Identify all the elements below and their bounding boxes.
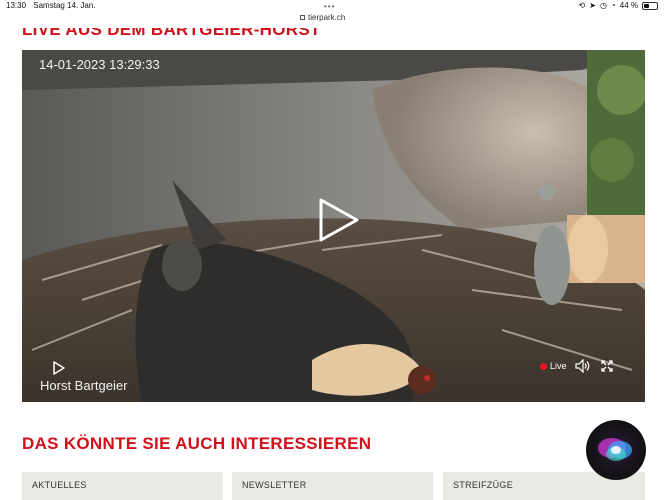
multitasking-dots-icon[interactable]: ••• [324,2,335,11]
volume-icon[interactable] [575,359,591,373]
address-url: tierpark.ch [308,13,346,22]
card-label: NEWSLETTER [242,480,307,490]
play-control-icon[interactable] [53,361,65,375]
card-newsletter[interactable]: NEWSLETTER [232,472,433,500]
alarm-icon: ◷ [599,1,607,10]
live-dot-icon [540,362,547,370]
interest-section-title: DAS KÖNNTE SIE AUCH INTERESSIEREN [22,434,372,453]
video-timestamp: 14-01-2023 13:29:33 [39,57,160,72]
play-overlay-icon[interactable] [317,196,361,244]
status-bar: 13:30 Samstag 14. Jan. ••• tierpark.ch ⟲… [0,0,666,28]
live-label: Live [550,361,567,371]
status-time: 13:30 [6,1,27,10]
status-time-date: 13:30 Samstag 14. Jan. [6,1,101,10]
address-bar[interactable]: tierpark.ch [300,13,345,22]
location-icon: ➤ [589,1,596,10]
screen-mirror-icon: ⟲ [578,1,586,10]
status-indicators: ⟲ ➤ ◷ ◔ 44 % [579,1,658,10]
status-date: Samstag 14. Jan. [33,1,96,10]
card-label: AKTUELLES [32,480,87,490]
siri-orb-icon[interactable] [586,420,646,480]
battery-percent: 44 % [619,1,638,10]
card-label: STREIFZÜGE [453,480,514,490]
video-player[interactable]: 14-01-2023 13:29:33 Horst Bartgeier Live [22,50,645,402]
lock-icon [300,15,305,20]
fullscreen-icon[interactable] [601,360,613,372]
wifi-icon: ◔ [610,1,616,10]
live-indicator[interactable]: Live [540,361,567,371]
battery-icon [642,1,658,10]
card-aktuelles[interactable]: AKTUELLES [22,472,223,500]
camera-name: Horst Bartgeier [40,378,128,393]
